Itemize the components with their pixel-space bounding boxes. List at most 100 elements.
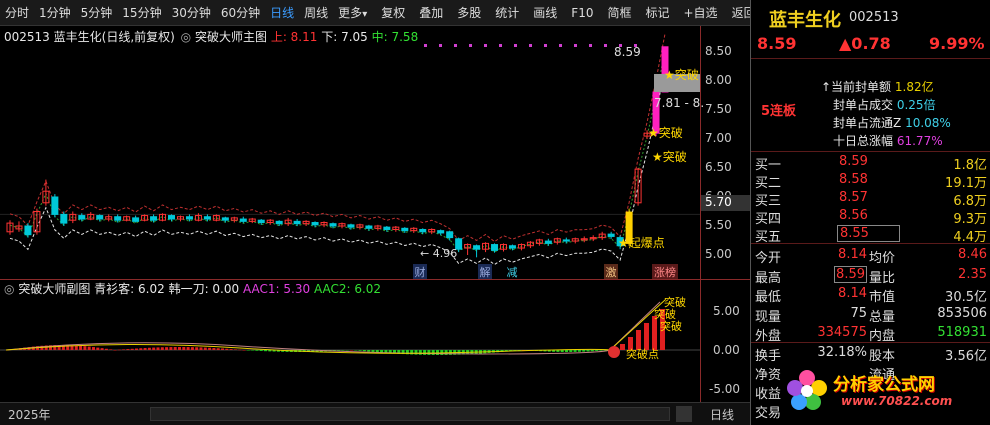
candle-body <box>132 217 140 222</box>
candle-body <box>508 245 516 249</box>
histogram-bar <box>199 347 203 350</box>
y-tick: 7.00 <box>705 131 732 145</box>
event-marker-limit-board[interactable]: 涨榜 <box>652 264 678 279</box>
histogram-bar <box>135 348 138 350</box>
candle-body <box>562 239 570 242</box>
extra-label: 交易 <box>755 406 782 421</box>
draw-line-button[interactable]: 画线 <box>528 0 562 26</box>
more-menu[interactable]: 更多▾ <box>333 0 372 26</box>
histogram-bar <box>431 350 435 355</box>
event-marker-reduce[interactable]: 减 <box>505 264 519 279</box>
candle-body <box>293 220 301 225</box>
histogram-bar <box>251 350 255 351</box>
histogram-bar <box>203 347 207 350</box>
stats-button[interactable]: 统计 <box>490 0 524 26</box>
candle-body <box>446 231 454 239</box>
bid-row[interactable]: 买二 8.58 19.1万 <box>751 171 990 191</box>
adjust-button[interactable]: 复权 <box>376 0 410 26</box>
upper-band-line <box>9 33 666 243</box>
histogram-bar <box>152 347 156 350</box>
tab-30min[interactable]: 30分钟 <box>167 0 216 26</box>
scroll-button[interactable] <box>676 406 692 422</box>
tab-daily[interactable]: 日线 <box>265 0 299 26</box>
histogram-bar <box>143 347 147 350</box>
signal-dot <box>499 44 502 47</box>
stat-label: 最低 <box>755 290 782 305</box>
bid-row[interactable]: 买四 8.56 9.3万 <box>751 207 990 227</box>
stat-label: 总量 <box>869 309 896 325</box>
overlay-button[interactable]: 叠加 <box>414 0 448 26</box>
signal-dot <box>544 44 547 47</box>
y-tick: 7.50 <box>705 102 732 116</box>
multi-stock-button[interactable]: 多股 <box>452 0 486 26</box>
seal-amount-row: ↑当前封单额 1.82亿 <box>821 78 934 95</box>
ten-day-row: 十日总涨幅 61.77% <box>833 132 943 149</box>
histogram-bar <box>130 348 134 350</box>
watermark-title: 分析家公式网 <box>833 375 935 395</box>
event-marker-incentive[interactable]: 激 <box>604 264 618 279</box>
tab-5min[interactable]: 5分钟 <box>76 0 118 26</box>
signal-dot <box>514 44 517 47</box>
sub-indicator-chart[interactable]: ◎ 突破大师副图 青衫客: 6.02 韩一刀: 0.00 AAC1: 5.30 … <box>0 280 750 402</box>
tab-weekly[interactable]: 周线 <box>299 0 333 26</box>
more-label: 更多 <box>338 5 363 20</box>
event-marker-unlock[interactable]: 解 <box>478 264 492 279</box>
histogram-bar <box>147 347 151 350</box>
divider <box>751 151 990 152</box>
histogram-bar <box>165 347 169 350</box>
divider <box>751 342 990 343</box>
histogram-bar <box>74 345 78 350</box>
stat-value: 30.5亿 <box>945 290 987 305</box>
histogram-bar <box>573 350 577 352</box>
histogram-bar <box>418 350 422 355</box>
candle-body <box>24 225 32 236</box>
f10-button[interactable]: F10 <box>566 0 598 26</box>
horizontal-scrollbar[interactable] <box>150 407 670 421</box>
histogram-bar <box>565 350 568 352</box>
seal-amount-value: 1.82亿 <box>894 80 934 94</box>
stat-row: 现量 75 总量 853506 <box>751 305 990 325</box>
bid-row[interactable]: 买三 8.57 6.8万 <box>751 189 990 209</box>
stat-value: 2.35 <box>958 266 987 282</box>
histogram-bar <box>577 350 581 352</box>
divider <box>751 243 990 244</box>
candle-body <box>329 223 337 227</box>
candle-body <box>150 216 158 221</box>
aac2-line <box>5 299 666 354</box>
histogram-bar <box>182 347 186 350</box>
histogram-bar <box>620 344 625 350</box>
signal-dot <box>559 44 562 47</box>
signal-dot <box>439 44 442 47</box>
signal-dot <box>484 44 487 47</box>
tab-15min[interactable]: 15分钟 <box>117 0 166 26</box>
bid-row[interactable]: 买一 8.59 1.8亿 <box>751 153 990 173</box>
bid-row[interactable]: 买五 8.55 4.4万 <box>751 225 990 245</box>
histogram-bar <box>362 350 366 352</box>
mark-button[interactable]: 标记 <box>640 0 674 26</box>
breakout-label: ★突破 <box>652 150 687 164</box>
aac1-line <box>5 301 661 355</box>
simple-frame-button[interactable]: 简框 <box>602 0 636 26</box>
date-axis: 2025年 8 9 日线 <box>0 402 750 425</box>
stat-value: 518931 <box>937 325 987 340</box>
period-label[interactable]: 日线 <box>710 406 734 423</box>
watermark-logo: 分析家公式网 www.70822.com <box>785 360 985 420</box>
sub-y-tick: 0.00 <box>713 343 740 357</box>
ten-day-value: 61.77% <box>896 134 943 148</box>
seal-float-value: 10.08% <box>905 116 951 130</box>
coin-icon <box>608 346 620 358</box>
add-watchlist-button[interactable]: +自选 <box>679 0 723 26</box>
stat-value: 853506 <box>937 305 987 321</box>
histogram-bar <box>345 350 349 351</box>
sub-axis: 5.00 0.00 -5.00 <box>700 280 750 402</box>
signal-dot <box>589 44 592 47</box>
main-kline-chart[interactable]: 002513 蓝丰生化(日线,前复权) ◎ 突破大师主图 上: 8.11 下: … <box>0 26 751 280</box>
bid-price: 8.56 <box>839 208 868 223</box>
stat-row: 最低 8.14 市值 30.5亿 <box>751 285 990 305</box>
tab-60min[interactable]: 60分钟 <box>216 0 265 26</box>
stat-value: 8.14 <box>838 247 867 262</box>
event-marker-finance[interactable]: 财 <box>413 264 427 279</box>
tab-intraday[interactable]: 分时 <box>0 0 34 26</box>
sub-start-label: 突破点 <box>626 348 659 361</box>
tab-1min[interactable]: 1分钟 <box>34 0 76 26</box>
